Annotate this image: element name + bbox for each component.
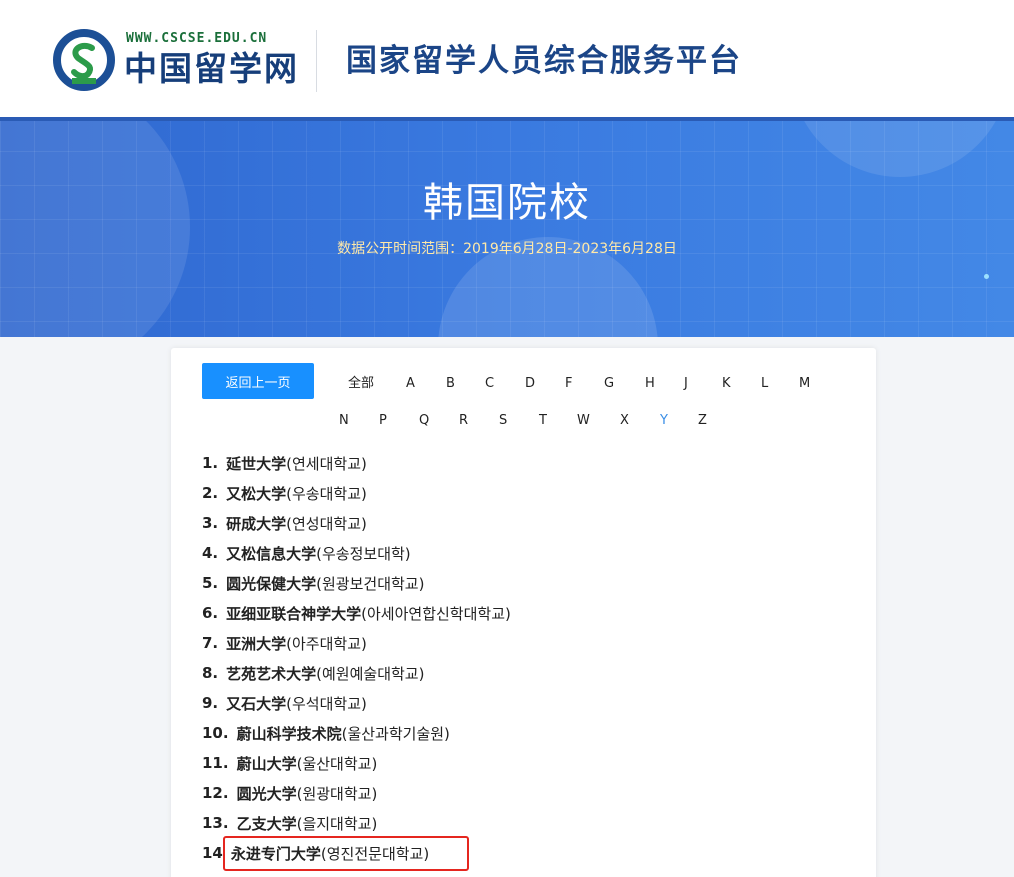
back-button[interactable]: 返回上一页 (202, 363, 314, 399)
school-name-kr: (우송대학교) (286, 484, 367, 503)
banner-circle (0, 117, 190, 337)
school-name-kr: (원광대학교) (296, 784, 378, 803)
letter-filter-b[interactable]: B (446, 375, 455, 393)
letter-filter-m[interactable]: M (799, 375, 810, 393)
school-name-cn: 亚洲大学 (226, 634, 287, 653)
item-number: 4. (202, 544, 219, 562)
data-range-text: 数据公开时间范围：2019年6月28日-2023年6月28日 (337, 241, 677, 257)
list-item[interactable]: 10. 蔚山科学技术院 (울산과학기술원) (202, 718, 842, 748)
school-name-cn: 乙支大学 (236, 814, 297, 833)
letter-filter-l[interactable]: L (761, 375, 768, 393)
list-item[interactable]: 1. 延世大学 (연세대학교) (202, 448, 842, 478)
list-item[interactable]: 11. 蔚山大学 (울산대학교) (202, 748, 842, 778)
site-header: WWW.CSCSE.EDU.CN 中国留学网 国家留学人员综合服务平台 (0, 0, 1014, 117)
header-divider (316, 30, 317, 92)
school-name-kr: (울산대학교) (296, 754, 378, 773)
school-name-kr: (연세대학교) (286, 454, 367, 473)
item-number: 9. (202, 694, 219, 712)
school-name-cn: 艺苑艺术大学 (226, 664, 317, 683)
letter-filter-h[interactable]: H (645, 375, 655, 393)
letter-filter-d[interactable]: D (525, 375, 535, 393)
letter-filter-g[interactable]: G (604, 375, 614, 393)
school-name-kr: (아세아연합신학대학교) (361, 604, 511, 623)
logo-icon[interactable] (52, 28, 116, 92)
list-item[interactable]: 3. 研成大学 (연성대학교) (202, 508, 842, 538)
banner-topline (0, 117, 1014, 121)
letter-filter-k[interactable]: K (722, 375, 731, 393)
letter-filter-r[interactable]: R (459, 412, 468, 430)
school-name-kr: (연성대학교) (286, 514, 367, 533)
logo-url: WWW.CSCSE.EDU.CN (126, 31, 268, 46)
page-title: 韩国院校 (423, 180, 591, 226)
school-name-cn: 又石大学 (226, 694, 287, 713)
school-name-cn: 又松信息大学 (226, 544, 317, 563)
school-name-kr: (울산과학기술원) (341, 724, 450, 743)
letter-filter-p[interactable]: P (379, 412, 387, 430)
school-name-kr: (우석대학교) (286, 694, 367, 713)
list-item[interactable]: 9. 又石大学 (우석대학교) (202, 688, 842, 718)
letter-filter-j[interactable]: J (684, 375, 688, 393)
item-number: 11. (202, 754, 229, 772)
school-name-kr: (우송정보대학) (316, 544, 411, 563)
list-item[interactable]: 14 永进专门大学 (영진전문대학교) (202, 838, 842, 868)
school-name-kr: (원광보건대학교) (316, 574, 425, 593)
school-name-cn: 圆光保健大学 (226, 574, 317, 593)
letter-filter-y[interactable]: Y (660, 412, 668, 430)
platform-title: 国家留学人员综合服务平台 (346, 43, 742, 79)
school-name-cn: 亚细亚联合神学大学 (226, 604, 362, 623)
item-number: 3. (202, 514, 219, 532)
school-name-kr: (예원예술대학교) (316, 664, 425, 683)
item-number: 2. (202, 484, 219, 502)
banner: 韩国院校 数据公开时间范围：2019年6月28日-2023年6月28日 (0, 117, 1014, 337)
list-item[interactable]: 8. 艺苑艺术大学 (예원예술대학교) (202, 658, 842, 688)
letter-filter-all[interactable]: 全部 (348, 375, 374, 393)
letter-filter-a[interactable]: A (406, 375, 415, 393)
list-item[interactable]: 2. 又松大学 (우송대학교) (202, 478, 842, 508)
item-number: 1. (202, 454, 219, 472)
item-number: 10. (202, 724, 229, 742)
letter-filter-q[interactable]: Q (419, 412, 429, 430)
letter-filter-w[interactable]: W (577, 412, 590, 430)
school-name-cn: 又松大学 (226, 484, 287, 503)
letter-filter-n[interactable]: N (339, 412, 349, 430)
school-name-cn: 永进专门大学 (230, 844, 321, 863)
letter-filter-z[interactable]: Z (698, 412, 707, 430)
content-card: 返回上一页 全部 A B C D F G H J K L M N P Q R S… (171, 348, 876, 877)
school-name-kr: (영진전문대학교) (320, 844, 430, 863)
banner-dot (984, 274, 989, 279)
school-name-cn: 延世大学 (226, 454, 287, 473)
letter-filter-f[interactable]: F (565, 375, 572, 393)
item-number: 13. (202, 814, 229, 832)
list-item[interactable]: 6. 亚细亚联合神学大学 (아세아연합신학대학교) (202, 598, 842, 628)
list-item[interactable]: 7. 亚洲大学 (아주대학교) (202, 628, 842, 658)
school-name-cn: 蔚山科学技术院 (236, 724, 342, 743)
logo-name[interactable]: 中国留学网 (124, 50, 299, 88)
school-name-kr: (아주대학교) (286, 634, 367, 653)
letter-filter-c[interactable]: C (485, 375, 494, 393)
school-name-cn: 圆光大学 (236, 784, 297, 803)
item-number: 5. (202, 574, 219, 592)
list-item[interactable]: 12. 圆光大学 (원광대학교) (202, 778, 842, 808)
school-name-cn: 研成大学 (226, 514, 287, 533)
letter-filter-x[interactable]: X (620, 412, 629, 430)
item-number: 7. (202, 634, 219, 652)
school-name-cn: 蔚山大学 (236, 754, 297, 773)
item-number: 14 (202, 844, 223, 862)
list-item[interactable]: 5. 圆光保健大学 (원광보건대학교) (202, 568, 842, 598)
item-number: 8. (202, 664, 219, 682)
list-item[interactable]: 13. 乙支大学 (을지대학교) (202, 808, 842, 838)
school-list: 1. 延世大学 (연세대학교) 2. 又松大学 (우송대학교) 3. 研成大学 (연성대학교… (202, 448, 842, 868)
letter-filter-s[interactable]: S (499, 412, 507, 430)
school-name-kr: (을지대학교) (296, 814, 378, 833)
item-number: 6. (202, 604, 219, 622)
list-item[interactable]: 4. 又松信息大学 (우송정보대학) (202, 538, 842, 568)
item-number: 12. (202, 784, 229, 802)
letter-filter-t[interactable]: T (539, 412, 547, 430)
